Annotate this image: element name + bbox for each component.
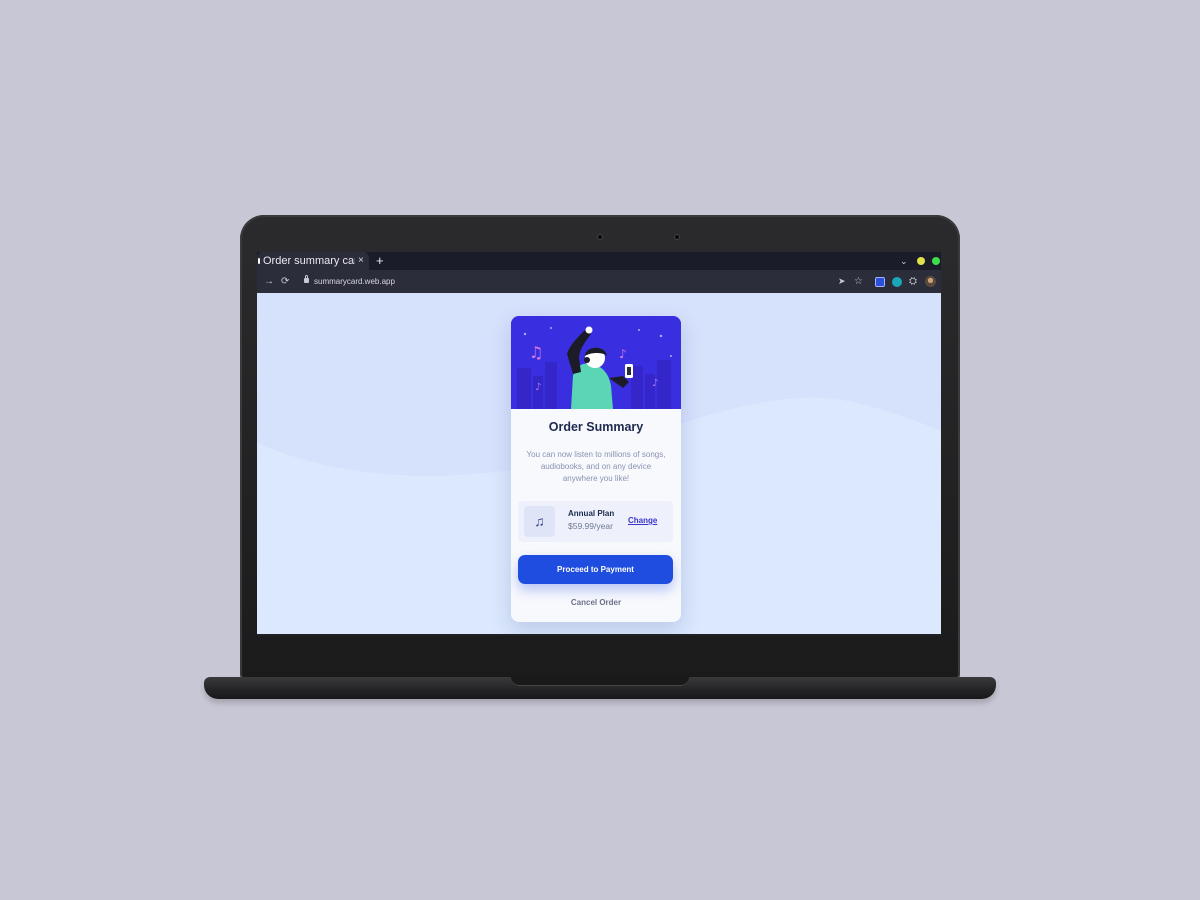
- card-title: Order Summary: [548, 420, 644, 434]
- plan-name: Annual Plan: [568, 509, 615, 518]
- tab-search-chevron-icon[interactable]: ⌄: [900, 252, 908, 270]
- profile-avatar-icon[interactable]: [925, 276, 936, 287]
- svg-text:♪: ♪: [652, 378, 658, 389]
- puzzle-icon[interactable]: ⛭: [909, 270, 917, 293]
- new-tab-button[interactable]: +: [376, 252, 384, 269]
- extension-cc-icon[interactable]: [892, 277, 902, 287]
- forward-icon[interactable]: →: [264, 270, 274, 293]
- card-description: You can now listen to millions of songs,…: [526, 450, 666, 483]
- proceed-to-payment-button[interactable]: Proceed to Payment: [518, 555, 673, 584]
- scene: Order summary card × + ⌄ → ⟳ summarycard…: [0, 0, 1200, 900]
- browser-tab[interactable]: Order summary card ×: [257, 252, 369, 270]
- bookmark-star-icon[interactable]: ☆: [854, 270, 863, 293]
- laptop-base: [204, 677, 996, 699]
- plan-price: $59.99/year: [568, 521, 613, 531]
- hero-illustration: ♫ ♪ ♪ ♪: [511, 316, 681, 409]
- order-summary-card: ♫ ♪ ♪ ♪ Order Summary You can now listen…: [511, 316, 681, 622]
- tab-favicon: [258, 258, 260, 264]
- address-bar[interactable]: summarycard.web.app: [314, 270, 395, 293]
- cancel-order-button[interactable]: Cancel Order: [511, 598, 681, 607]
- page-viewport: ♫ ♪ ♪ ♪ Order Summary You can now listen…: [257, 293, 941, 634]
- camera-lens: [675, 235, 679, 239]
- browser-toolbar: → ⟳ summarycard.web.app ➤ ☆ ⛭: [257, 270, 941, 293]
- tab-close-icon[interactable]: ×: [358, 252, 364, 270]
- change-plan-link[interactable]: Change: [628, 516, 657, 525]
- browser-tab-bar: Order summary card × + ⌄: [257, 252, 941, 270]
- laptop-screen: Order summary card × + ⌄ → ⟳ summarycard…: [257, 252, 941, 636]
- svg-text:♪: ♪: [619, 347, 627, 361]
- window-minimize-button[interactable]: [917, 257, 925, 265]
- plan-box: ♫ Annual Plan $59.99/year Change: [518, 501, 673, 542]
- music-note-icon: ♫: [524, 506, 555, 537]
- lock-icon: [304, 275, 309, 283]
- camera-dot: [598, 235, 602, 239]
- send-icon[interactable]: ➤: [838, 270, 846, 293]
- laptop-hinge-notch: [511, 677, 689, 686]
- reload-icon[interactable]: ⟳: [281, 270, 289, 293]
- tab-title: Order summary card: [263, 255, 355, 267]
- extension-screen-icon[interactable]: [875, 277, 885, 287]
- svg-text:♪: ♪: [535, 382, 541, 393]
- window-maximize-button[interactable]: [932, 257, 940, 265]
- svg-text:♫: ♫: [529, 343, 543, 362]
